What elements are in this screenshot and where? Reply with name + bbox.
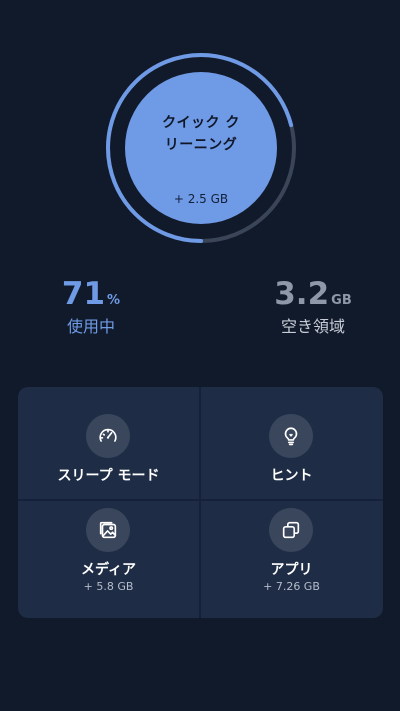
apps-label: アプリ	[270, 562, 313, 578]
sleep-mode-tile[interactable]: スリープ モード	[18, 387, 199, 499]
tips-tile[interactable]: ヒント	[201, 387, 382, 499]
quick-clean-size: + 2.5 GB	[173, 192, 229, 206]
media-label: メディア	[80, 562, 137, 578]
tips-label: ヒント	[270, 468, 313, 484]
used-storage-label: 使用中	[66, 317, 115, 336]
speedometer-icon	[86, 414, 130, 458]
free-storage-stat: 3.2 GB 空き領域	[263, 277, 363, 337]
used-storage-unit: %	[107, 293, 121, 308]
apps-stack-icon	[269, 508, 313, 552]
free-storage-value-row: 3.2 GB	[263, 277, 363, 311]
used-storage-value: 71	[61, 276, 106, 312]
apps-tile[interactable]: アプリ + 7.26 GB	[201, 501, 382, 618]
free-storage-unit: GB	[331, 293, 352, 308]
storage-gauge: クイック ク リーニング + 2.5 GB	[105, 52, 297, 244]
free-storage-value: 3.2	[274, 276, 330, 312]
lightbulb-icon	[269, 414, 313, 458]
quick-clean-title-line-1: クイック ク	[162, 115, 240, 131]
used-storage-stat: 71% 使用中	[40, 277, 142, 337]
apps-size: + 7.26 GB	[263, 580, 320, 593]
media-tile[interactable]: メディア + 5.8 GB	[18, 501, 199, 618]
media-size: + 5.8 GB	[83, 580, 134, 593]
used-storage-value-row: 71%	[40, 277, 142, 311]
sleep-mode-label: スリープ モード	[57, 468, 160, 484]
free-storage-label: 空き領域	[280, 317, 345, 336]
quick-clean-title-line-2: リーニング	[164, 137, 238, 153]
quick-clean-title: クイック ク リーニング	[139, 112, 263, 156]
quick-clean-button[interactable]: クイック ク リーニング + 2.5 GB	[125, 72, 277, 224]
image-gallery-icon	[86, 508, 130, 552]
storage-cleaner-screen: クイック ク リーニング + 2.5 GB 71% 使用中 3.2 GB 空き領域	[0, 0, 400, 711]
feature-grid: スリープ モード ヒント メディア + 5.8 GB アプリ + 7.26 GB	[18, 387, 383, 618]
